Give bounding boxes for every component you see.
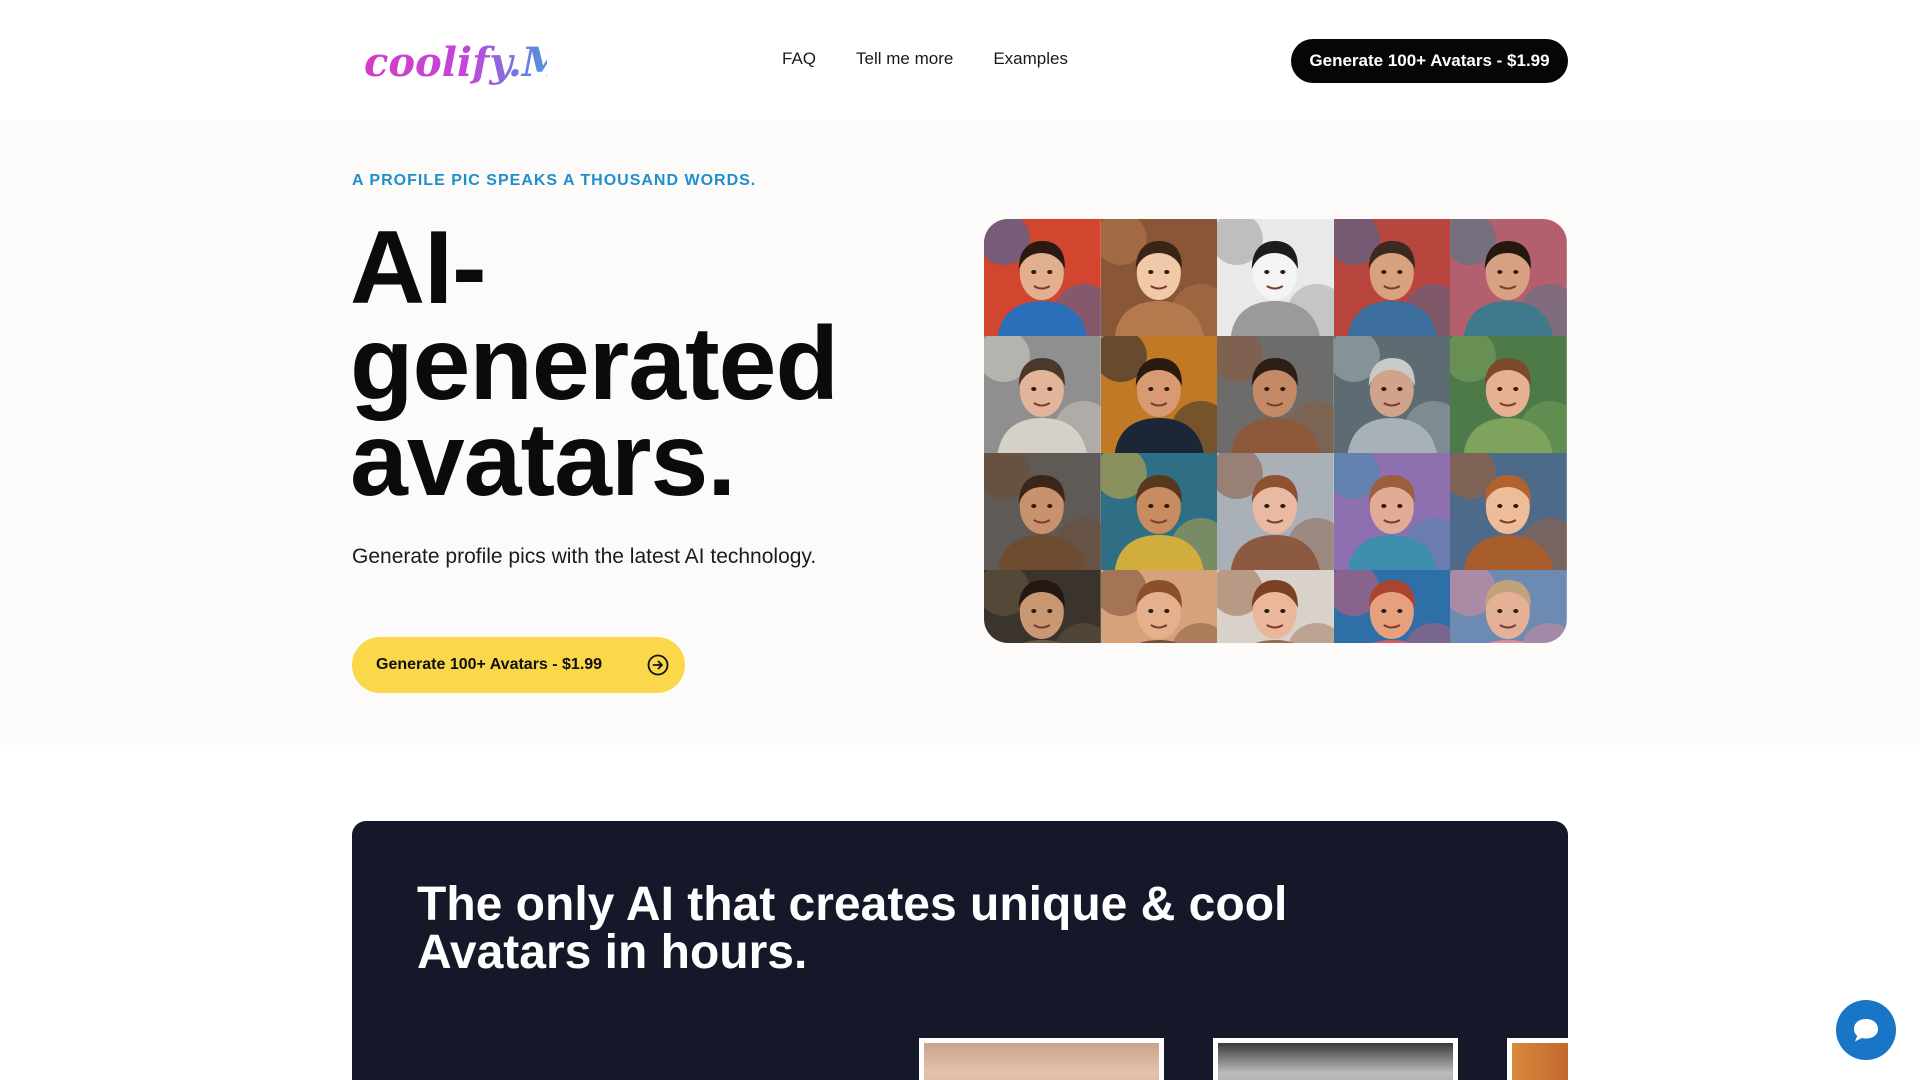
- features-title: The only AI that creates unique & cool A…: [417, 878, 1288, 979]
- chat-bubble-icon: [1854, 1019, 1878, 1042]
- sample-photo-image: [1218, 1043, 1453, 1080]
- avatar-tile: [984, 336, 1101, 453]
- logo[interactable]: coolify.Me: [362, 28, 547, 94]
- hero-headline-line3: avatars.: [350, 402, 736, 518]
- generate-avatars-hero-button[interactable]: Generate 100+ Avatars - $1.99: [352, 637, 685, 693]
- nav-examples[interactable]: Examples: [993, 49, 1068, 69]
- avatar-tile: [1450, 336, 1567, 453]
- avatar-image: [1450, 219, 1567, 336]
- hero-subline: Generate profile pics with the latest AI…: [352, 545, 817, 568]
- avatar-image: [1333, 219, 1451, 336]
- avatar-tile: [1333, 219, 1451, 336]
- sample-photo-image: [1512, 1043, 1568, 1080]
- avatar-image: [1217, 336, 1334, 453]
- avatar-image: [1100, 219, 1218, 336]
- sample-photo: [1213, 1038, 1458, 1080]
- avatar-tile: [1217, 570, 1334, 643]
- hero-eyebrow: A PROFILE PIC SPEAKS A THOUSAND WORDS.: [352, 172, 757, 189]
- avatar-tile: [1217, 453, 1334, 570]
- main-nav: FAQ Tell me more Examples: [782, 49, 1068, 69]
- avatar-tile: [1217, 336, 1334, 453]
- avatar-tile: [1100, 336, 1218, 453]
- hero-section: A PROFILE PIC SPEAKS A THOUSAND WORDS. A…: [0, 120, 1920, 745]
- avatar-image: [984, 453, 1101, 570]
- nav-tell-me-more[interactable]: Tell me more: [856, 49, 953, 69]
- site-header: coolify.Me FAQ Tell me more Examples Gen…: [0, 0, 1920, 120]
- avatar-tile: [1217, 219, 1334, 336]
- avatar-image: [1100, 336, 1218, 453]
- avatar-tile: [984, 219, 1101, 336]
- avatar-tile: [1450, 570, 1567, 643]
- avatar-image: [1100, 570, 1218, 643]
- avatar-tile: [1333, 453, 1451, 570]
- avatar-tile: [1450, 453, 1567, 570]
- avatar-image: [1450, 336, 1567, 453]
- features-section: The only AI that creates unique & cool A…: [352, 821, 1568, 1080]
- sample-photo: [919, 1038, 1164, 1080]
- hero-headline: AI- generated avatars.: [350, 216, 870, 512]
- sample-photo-image: [924, 1043, 1159, 1080]
- avatar-tile: [1450, 219, 1567, 336]
- avatar-image: [1333, 570, 1451, 643]
- avatar-image: [1100, 453, 1218, 570]
- avatar-tile: [1100, 219, 1218, 336]
- avatar-image: [1333, 453, 1451, 570]
- logo-text: coolify.Me: [364, 39, 547, 86]
- avatar-image: [984, 219, 1101, 336]
- avatar-image: [1217, 219, 1334, 336]
- avatar-image: [1333, 336, 1451, 453]
- avatar-tile: [1333, 336, 1451, 453]
- generate-avatars-header-button[interactable]: Generate 100+ Avatars - $1.99: [1291, 39, 1568, 83]
- chat-button[interactable]: [1836, 1000, 1896, 1060]
- avatar-image: [1217, 453, 1334, 570]
- avatar-tile: [984, 453, 1101, 570]
- arrow-right-circle-icon: [647, 654, 669, 676]
- avatar-image: [984, 336, 1101, 453]
- avatar-tile: [1100, 453, 1218, 570]
- sample-photo: [1507, 1038, 1568, 1080]
- avatar-tile: [1100, 570, 1218, 643]
- avatar-examples-grid: [984, 219, 1567, 643]
- avatar-tile: [984, 570, 1101, 643]
- avatar-tile: [1333, 570, 1451, 643]
- avatar-image: [1450, 570, 1567, 643]
- nav-faq[interactable]: FAQ: [782, 49, 816, 69]
- generate-avatars-header-label: Generate 100+ Avatars - $1.99: [1309, 51, 1550, 70]
- avatar-image: [984, 570, 1101, 643]
- generate-avatars-hero-label: Generate 100+ Avatars - $1.99: [376, 656, 603, 673]
- avatar-image: [1217, 570, 1334, 643]
- avatar-image: [1450, 453, 1567, 570]
